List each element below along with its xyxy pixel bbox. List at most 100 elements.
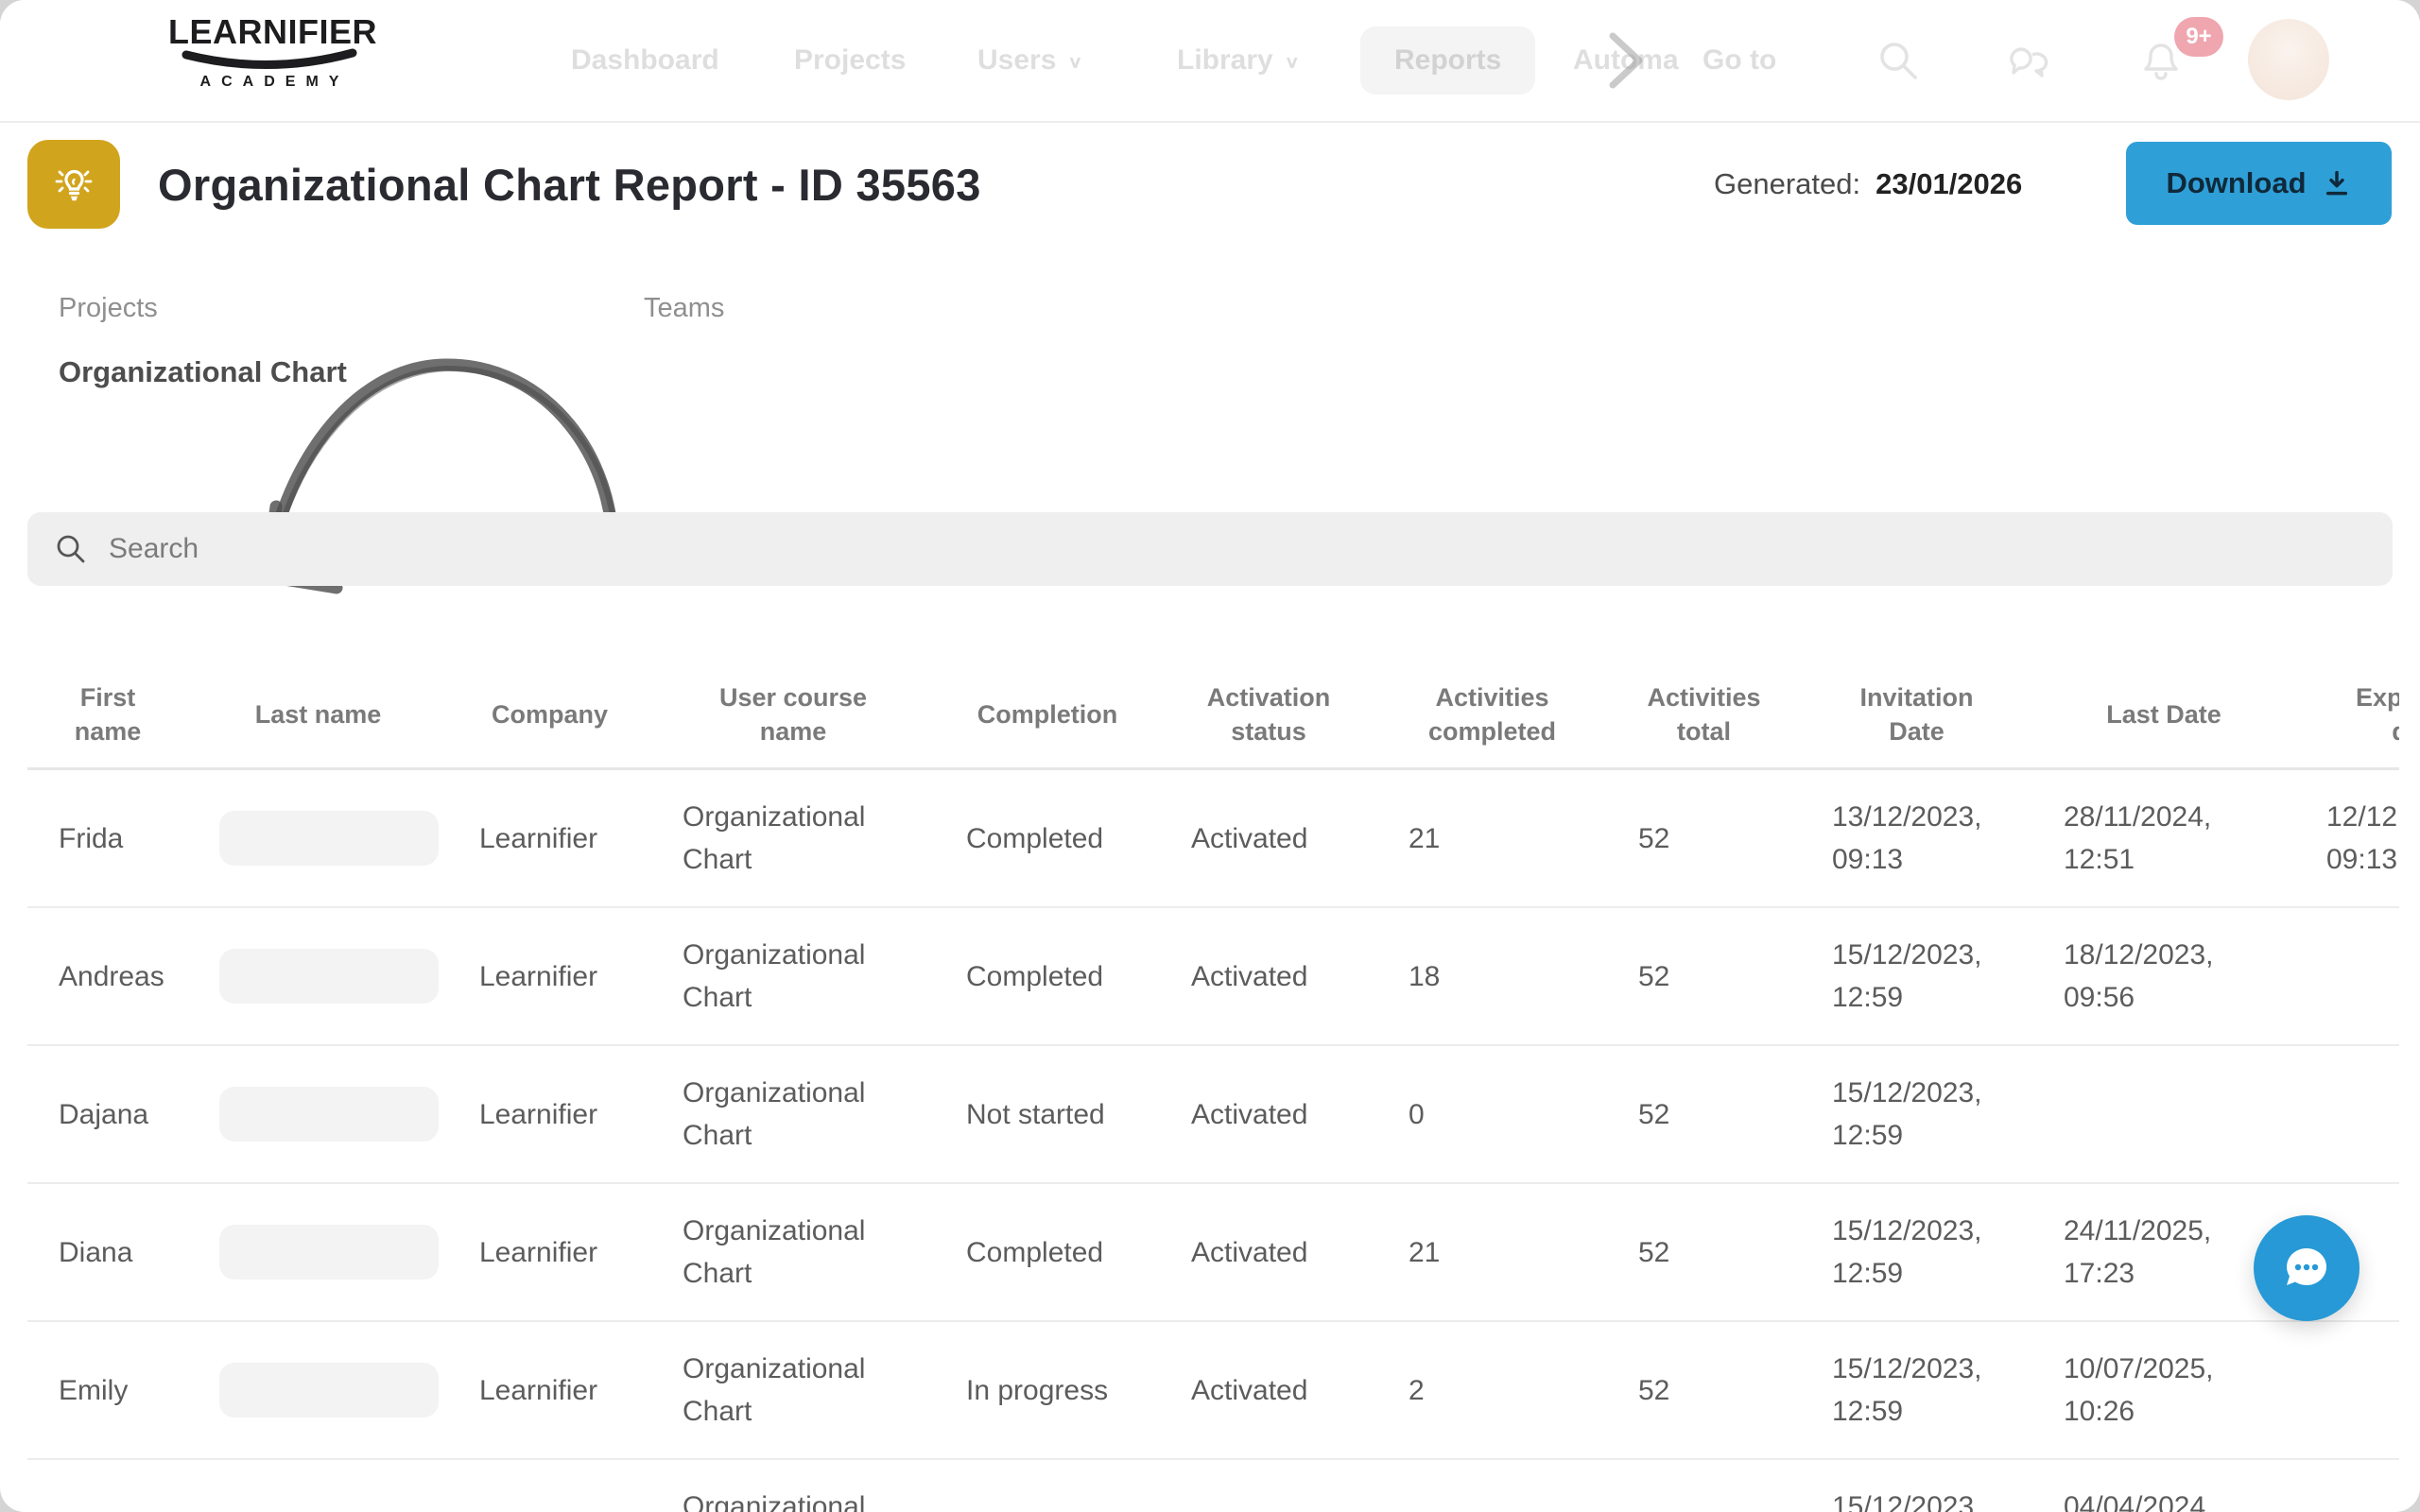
cell-first-name: Diana bbox=[27, 1184, 188, 1320]
cell-activities-completed: 2 bbox=[1377, 1322, 1607, 1458]
cell-last-name bbox=[188, 1460, 448, 1512]
cell-activities-completed: 18 bbox=[1377, 908, 1607, 1044]
tab-teams[interactable]: Teams bbox=[644, 293, 724, 324]
table-row: Andreas Learnifier Organizational Chart … bbox=[27, 908, 2399, 1046]
column-header-last-date: Last Date bbox=[2032, 662, 2295, 767]
cell-company: Learnifier bbox=[448, 1184, 651, 1320]
cell-completion: Completed bbox=[935, 770, 1160, 906]
chat-fab-button[interactable] bbox=[2254, 1215, 2360, 1321]
cell-company bbox=[448, 1460, 651, 1512]
column-header-invitation-date: Invitation Date bbox=[1801, 662, 2032, 767]
download-button[interactable]: Download bbox=[2126, 142, 2392, 225]
table-row: Emily Learnifier Organizational Chart In… bbox=[27, 1322, 2399, 1460]
cell-first-name: Dajana bbox=[27, 1046, 188, 1182]
search-icon bbox=[54, 532, 88, 566]
redacted-last-name bbox=[219, 949, 439, 1004]
cell-company: Learnifier bbox=[448, 1322, 651, 1458]
nav-item-users[interactable]: Users∨ bbox=[977, 42, 1083, 79]
column-header-user-course-name: User course name bbox=[651, 662, 935, 767]
cell-activation-status: Activated bbox=[1160, 770, 1377, 906]
tab-projects[interactable]: Projects bbox=[59, 293, 158, 324]
cell-expiration-date bbox=[2295, 1046, 2399, 1182]
chevron-down-icon: ∨ bbox=[1285, 47, 1300, 77]
cell-invitation-date: 15/12/2023, 12:59 bbox=[1801, 1322, 2032, 1458]
nav-item-library[interactable]: Library∨ bbox=[1177, 42, 1300, 79]
cell-activation-status bbox=[1160, 1460, 1377, 1512]
cell-last-name bbox=[188, 1184, 448, 1320]
cell-first-name: Emily bbox=[27, 1322, 188, 1458]
search-input[interactable] bbox=[107, 532, 2366, 566]
app-window: LEARNIFIER ACADEMY Dashboard Projects Us… bbox=[0, 0, 2420, 1512]
cell-user-course-name: Organizational Chart bbox=[651, 1322, 935, 1458]
cell-activities-total bbox=[1607, 1460, 1801, 1512]
cell-company: Learnifier bbox=[448, 908, 651, 1044]
cell-last-date: 28/11/2024, 12:51 bbox=[2032, 770, 2295, 906]
cell-last-name bbox=[188, 1322, 448, 1458]
cell-activities-total: 52 bbox=[1607, 770, 1801, 906]
chevron-down-icon: ∨ bbox=[1067, 47, 1082, 77]
cell-invitation-date: 15/12/2023, 12:59 bbox=[1801, 1184, 2032, 1320]
cell-invitation-date: 13/12/2023, 09:13 bbox=[1801, 770, 2032, 906]
cell-completion: Completed bbox=[935, 1184, 1160, 1320]
cell-user-course-name: Organizational Chart bbox=[651, 770, 935, 906]
selected-project-link[interactable]: Organizational Chart bbox=[59, 355, 347, 389]
cell-activities-total: 52 bbox=[1607, 1322, 1801, 1458]
column-header-activation-status: Activation status bbox=[1160, 662, 1377, 767]
cell-activation-status: Activated bbox=[1160, 1322, 1377, 1458]
chat-icon[interactable] bbox=[2004, 38, 2049, 83]
cell-first-name bbox=[27, 1460, 188, 1512]
redacted-last-name bbox=[219, 1225, 439, 1280]
cell-last-date: 10/07/2025, 10:26 bbox=[2032, 1322, 2295, 1458]
nav-item-go-to[interactable]: Go to bbox=[1703, 42, 1776, 79]
logo-subtitle: ACADEMY bbox=[168, 74, 371, 91]
cell-first-name: Andreas bbox=[27, 908, 188, 1044]
report-table: First name Last name Company User course… bbox=[27, 662, 2399, 1512]
cell-first-name: Frida bbox=[27, 770, 188, 906]
chevron-right-icon[interactable] bbox=[1596, 28, 1656, 93]
column-header-activities-total: Activities total bbox=[1607, 662, 1801, 767]
page-title: Organizational Chart Report - ID 35563 bbox=[158, 140, 981, 229]
cell-activities-completed: 21 bbox=[1377, 770, 1607, 906]
cell-completion bbox=[935, 1460, 1160, 1512]
cell-expiration-date: 12/12, 09:13 bbox=[2295, 770, 2399, 906]
cell-activities-total: 52 bbox=[1607, 1046, 1801, 1182]
cell-last-date: 18/12/2023, 09:56 bbox=[2032, 908, 2295, 1044]
cell-company: Learnifier bbox=[448, 770, 651, 906]
nav-item-dashboard[interactable]: Dashboard bbox=[571, 42, 719, 79]
cell-activities-completed: 0 bbox=[1377, 1046, 1607, 1182]
table-body: Frida Learnifier Organizational Chart Co… bbox=[27, 770, 2399, 1512]
cell-expiration-date bbox=[2295, 908, 2399, 1044]
nav-item-reports[interactable]: Reports bbox=[1360, 26, 1535, 94]
cell-completion: Not started bbox=[935, 1046, 1160, 1182]
cell-invitation-date: 15/12/2023, bbox=[1801, 1460, 2032, 1512]
cell-activities-total: 52 bbox=[1607, 1184, 1801, 1320]
learnifier-logo[interactable]: LEARNIFIER ACADEMY bbox=[168, 15, 371, 91]
search-icon[interactable] bbox=[1876, 38, 1921, 83]
cell-activation-status: Activated bbox=[1160, 1184, 1377, 1320]
user-avatar[interactable] bbox=[2248, 19, 2329, 100]
cell-activities-total: 52 bbox=[1607, 908, 1801, 1044]
column-header-activities-completed: Activities completed bbox=[1377, 662, 1607, 767]
table-row: Dajana Learnifier Organizational Chart N… bbox=[27, 1046, 2399, 1184]
nav-item-projects[interactable]: Projects bbox=[794, 42, 906, 79]
search-bar bbox=[27, 512, 2393, 586]
cell-last-date bbox=[2032, 1046, 2295, 1182]
cell-expiration-date bbox=[2295, 1322, 2399, 1458]
table-header-row: First name Last name Company User course… bbox=[27, 662, 2399, 767]
cell-user-course-name: Organizational Chart bbox=[651, 1046, 935, 1182]
generated-date: 23/01/2026 bbox=[1876, 167, 2022, 201]
cell-user-course-name: Organizational Chart bbox=[651, 1184, 935, 1320]
cell-invitation-date: 15/12/2023, 12:59 bbox=[1801, 908, 2032, 1044]
cell-completion: Completed bbox=[935, 908, 1160, 1044]
report-lightbulb-icon bbox=[27, 140, 120, 229]
cell-activities-completed bbox=[1377, 1460, 1607, 1512]
download-icon bbox=[2322, 168, 2352, 198]
column-header-last-name: Last name bbox=[188, 662, 448, 767]
table-row: Organizational Chart 15/12/2023, 04/04/2… bbox=[27, 1460, 2399, 1512]
column-header-completion: Completion bbox=[935, 662, 1160, 767]
cell-completion: In progress bbox=[935, 1322, 1160, 1458]
chat-bubble-icon bbox=[2277, 1239, 2336, 1297]
cell-last-name bbox=[188, 1046, 448, 1182]
cell-activities-completed: 21 bbox=[1377, 1184, 1607, 1320]
cell-user-course-name: Organizational Chart bbox=[651, 1460, 935, 1512]
